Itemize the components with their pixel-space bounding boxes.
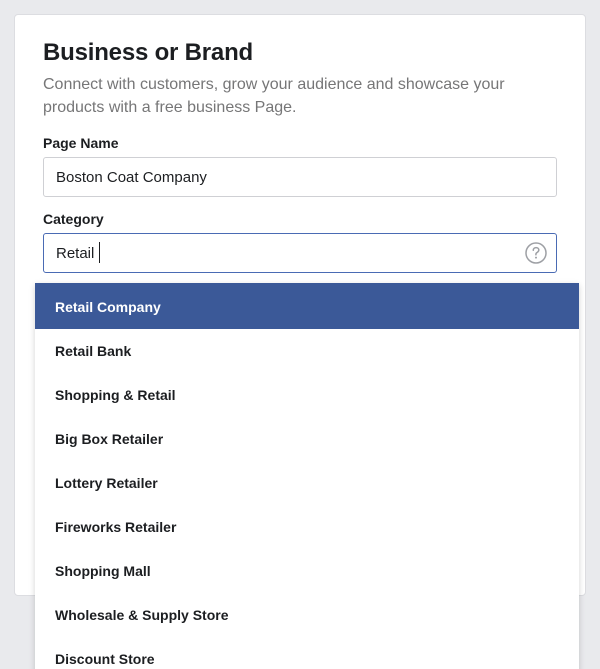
category-option[interactable]: Shopping Mall — [35, 549, 579, 593]
category-label: Category — [43, 211, 557, 227]
category-option[interactable]: Retail Bank — [35, 329, 579, 373]
text-caret — [99, 242, 100, 263]
category-option[interactable]: Lottery Retailer — [35, 461, 579, 505]
help-icon[interactable] — [525, 242, 547, 264]
category-input[interactable] — [43, 233, 557, 273]
category-dropdown: Retail CompanyRetail BankShopping & Reta… — [35, 283, 579, 669]
category-option[interactable]: Big Box Retailer — [35, 417, 579, 461]
category-option[interactable]: Shopping & Retail — [35, 373, 579, 417]
category-option[interactable]: Wholesale & Supply Store — [35, 593, 579, 637]
category-field-wrap — [43, 233, 557, 273]
page-name-input[interactable] — [43, 157, 557, 197]
category-option[interactable]: Retail Company — [35, 285, 579, 329]
page-title: Business or Brand — [43, 39, 557, 67]
create-page-card: Business or Brand Connect with customers… — [14, 14, 586, 596]
page-subtitle: Connect with customers, grow your audien… — [43, 73, 557, 119]
category-option[interactable]: Fireworks Retailer — [35, 505, 579, 549]
category-option[interactable]: Discount Store — [35, 637, 579, 669]
page-name-label: Page Name — [43, 135, 557, 151]
